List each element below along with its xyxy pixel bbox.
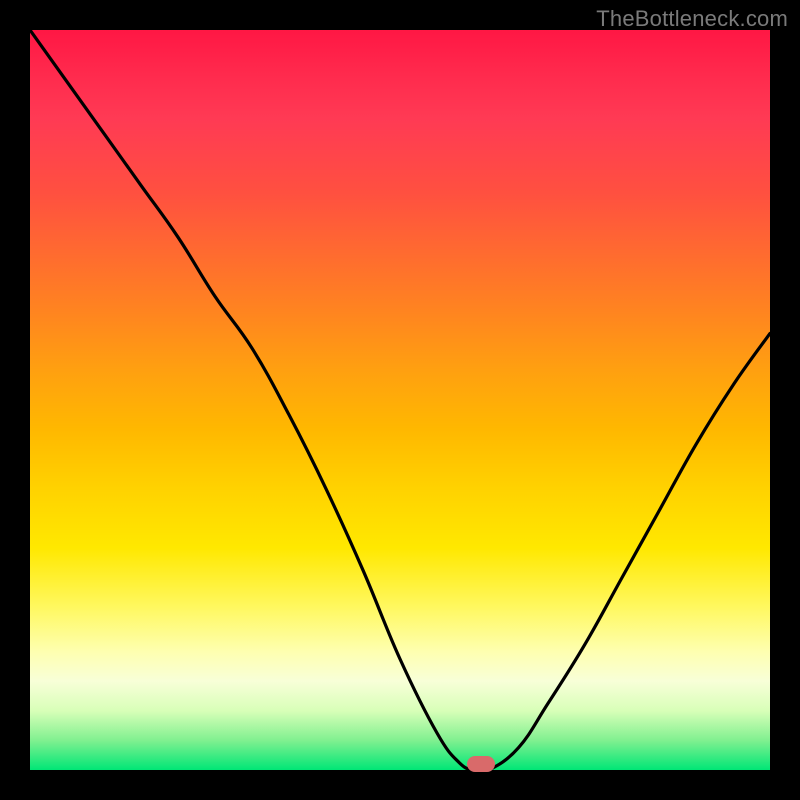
chart-container: TheBottleneck.com [0,0,800,800]
plot-area [30,30,770,770]
curve-layer [30,30,770,770]
bottleneck-curve-path [30,30,770,770]
optimal-point-marker [467,756,495,772]
watermark-label: TheBottleneck.com [596,6,788,32]
